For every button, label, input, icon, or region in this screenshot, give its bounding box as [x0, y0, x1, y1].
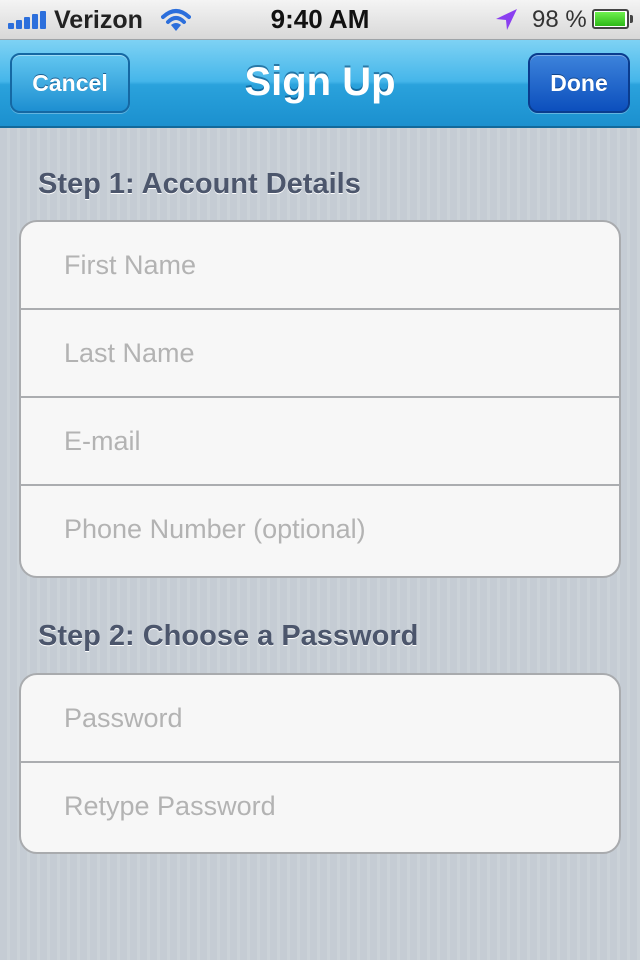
retype-password-cell — [21, 763, 619, 851]
first-name-field[interactable] — [64, 222, 604, 308]
email-cell — [21, 398, 619, 486]
location-arrow-icon — [496, 9, 517, 30]
battery-icon — [592, 9, 633, 29]
first-name-cell — [21, 222, 619, 310]
email-field[interactable] — [64, 398, 604, 484]
password-group — [19, 673, 621, 854]
last-name-field[interactable] — [64, 310, 604, 396]
navigation-bar: Cancel Sign Up Done — [0, 40, 640, 128]
retype-password-field[interactable] — [64, 763, 604, 849]
done-button[interactable]: Done — [528, 53, 630, 113]
phone-number-field[interactable] — [64, 486, 604, 572]
password-field[interactable] — [64, 675, 604, 761]
password-cell — [21, 675, 619, 763]
page-title: Sign Up — [244, 60, 396, 104]
cancel-button[interactable]: Cancel — [10, 53, 130, 113]
section-header-account-details: Step 1: Account Details — [38, 168, 361, 200]
battery-fill — [595, 12, 626, 26]
section-header-choose-password: Step 2: Choose a Password — [38, 620, 419, 652]
account-details-group — [19, 220, 621, 578]
battery-percent: 98 % — [532, 6, 587, 33]
status-bar: Verizon 9:40 AM 98 % — [0, 0, 640, 40]
phone-number-cell — [21, 486, 619, 574]
last-name-cell — [21, 310, 619, 398]
